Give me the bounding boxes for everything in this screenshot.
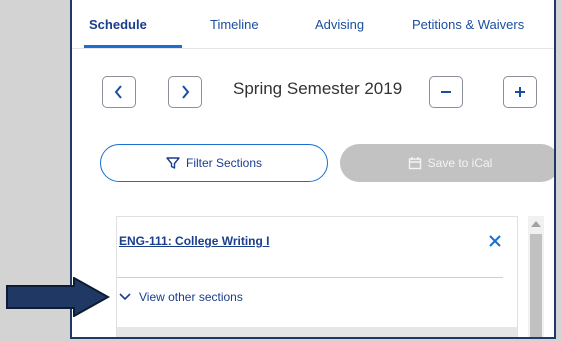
filter-sections-button[interactable]: Filter Sections <box>100 144 328 182</box>
minus-icon <box>441 91 451 93</box>
chevron-right-icon <box>182 85 190 99</box>
active-tab-indicator <box>84 45 182 48</box>
close-icon <box>489 235 501 247</box>
view-other-sections-toggle[interactable]: View other sections <box>119 290 243 304</box>
save-to-ical-button[interactable]: Save to iCal <box>340 144 554 182</box>
next-term-button[interactable] <box>168 76 202 108</box>
course-card: ENG-111: College Writing I View other se… <box>116 216 518 337</box>
remove-term-button[interactable] <box>429 76 463 108</box>
calendar-icon <box>408 157 421 170</box>
course-planning-panel: Schedule Timeline Advising Petitions & W… <box>70 0 556 339</box>
add-term-button[interactable] <box>503 76 537 108</box>
tab-advising[interactable]: Advising <box>315 17 364 32</box>
arrow-right-icon <box>6 277 110 317</box>
filter-sections-label: Filter Sections <box>185 156 263 170</box>
chevron-left-icon <box>114 85 122 99</box>
scrollbar-thumb[interactable] <box>530 234 542 337</box>
view-other-sections-label: View other sections <box>139 290 243 304</box>
filter-icon <box>166 157 180 169</box>
tab-petitions-waivers[interactable]: Petitions & Waivers <box>412 17 524 32</box>
tab-bar: Schedule Timeline Advising Petitions & W… <box>72 0 554 49</box>
tab-schedule[interactable]: Schedule <box>89 17 147 32</box>
remove-course-button[interactable] <box>485 231 505 251</box>
previous-term-button[interactable] <box>102 76 136 108</box>
term-label: Spring Semester 2019 <box>233 79 403 98</box>
card-footer <box>117 327 517 337</box>
plus-icon <box>515 87 525 97</box>
scroll-up-icon[interactable] <box>531 221 541 227</box>
card-divider <box>117 277 503 278</box>
chevron-down-icon <box>119 293 131 301</box>
scrollbar[interactable] <box>528 216 544 337</box>
save-to-ical-label: Save to iCal <box>427 156 493 170</box>
tab-timeline[interactable]: Timeline <box>210 17 259 32</box>
course-title-link[interactable]: ENG-111: College Writing I <box>119 234 269 248</box>
